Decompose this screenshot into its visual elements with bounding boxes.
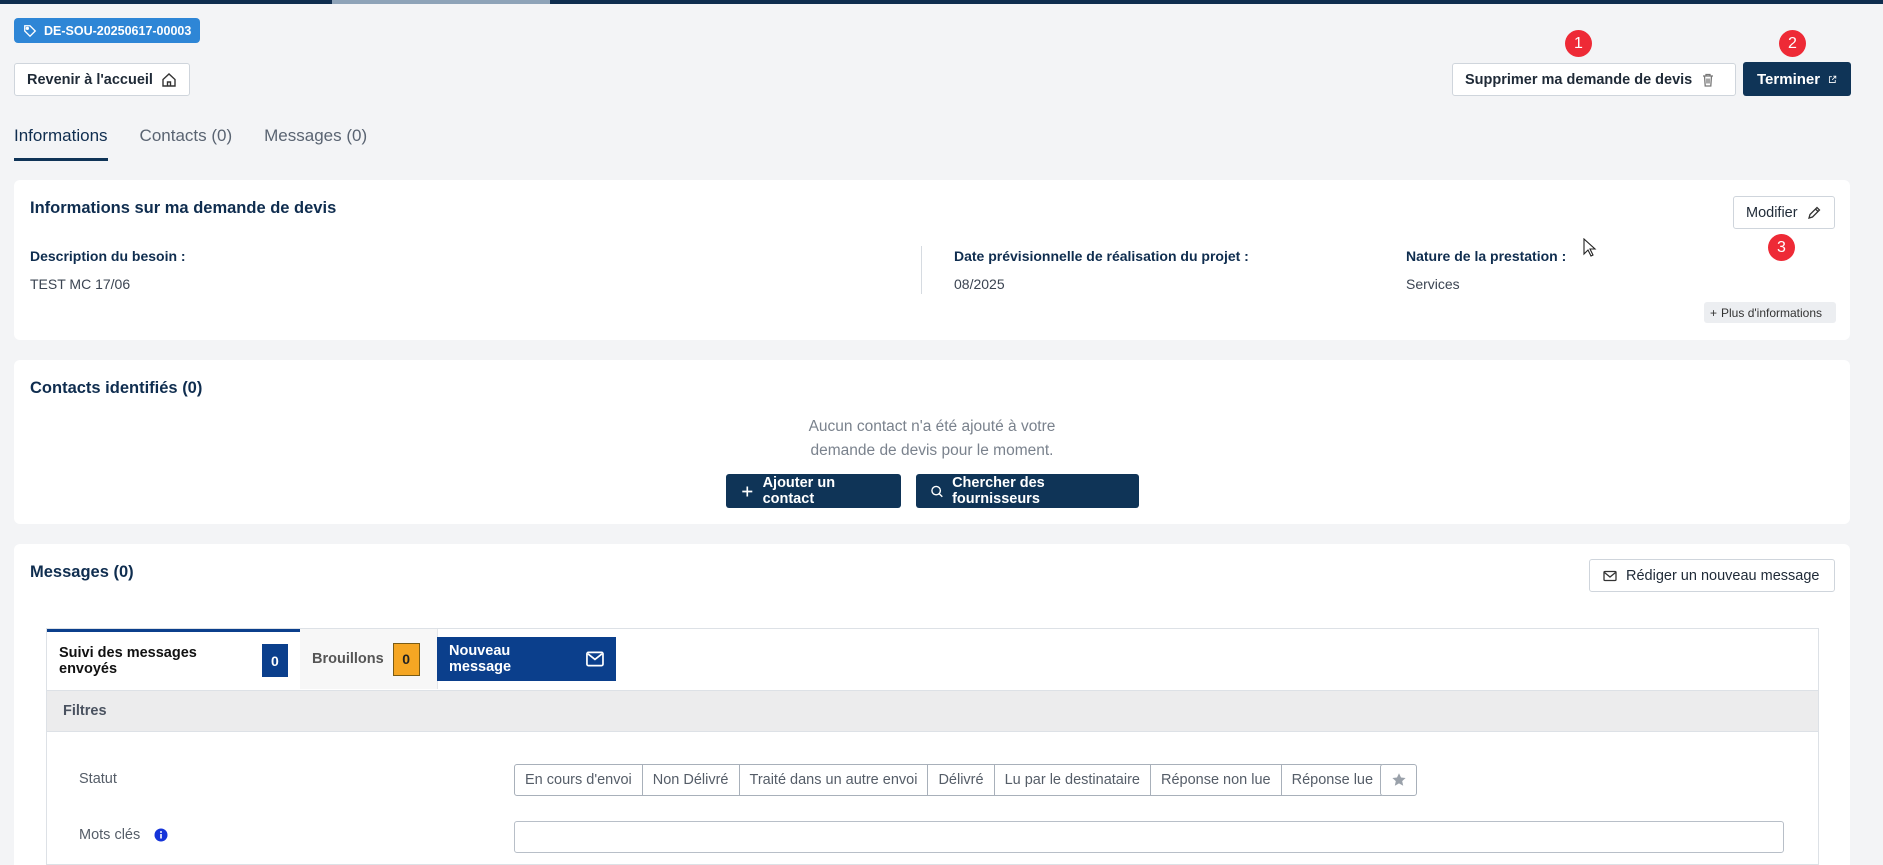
tag-icon <box>24 24 37 37</box>
contacts-empty-line-2: demande de devis pour le moment. <box>810 442 1054 459</box>
keywords-label: Mots clés <box>79 827 141 843</box>
new-message-button[interactable]: Nouveau message <box>437 637 616 681</box>
main-tabs: Informations Contacts (0) Messages (0) <box>14 126 367 161</box>
field-label-nature: Nature de la prestation : <box>1406 248 1567 264</box>
more-info-button[interactable]: + Plus d'informations <box>1704 302 1836 323</box>
plus-icon <box>742 485 753 497</box>
add-contact-button[interactable]: Ajouter un contact <box>726 474 901 508</box>
envelope-icon <box>586 651 604 667</box>
finish-label: Terminer <box>1757 70 1821 88</box>
trash-icon <box>1703 73 1714 87</box>
delete-request-label: Supprimer ma demande de devis <box>1465 71 1693 88</box>
home-icon <box>162 72 176 87</box>
contacts-empty-line-1: Aucun contact n'a été ajouté à votre <box>808 418 1056 435</box>
status-option-delivered[interactable]: Délivré <box>928 764 995 796</box>
edit-button[interactable]: Modifier <box>1733 196 1835 229</box>
contacts-card-title: Contacts identifiés (0) <box>30 379 203 397</box>
info-card: Informations sur ma demande de devis Des… <box>14 180 1850 340</box>
messages-tab-area: Suivi des messages envoyés 0 Brouillons … <box>46 628 1819 865</box>
keywords-filter-label-row: Mots clés <box>79 827 168 843</box>
new-message-label: Nouveau message <box>449 643 512 675</box>
search-icon <box>931 485 943 497</box>
filters-header[interactable]: Filtres <box>47 690 1818 732</box>
more-info-label: Plus d'informations <box>1721 305 1823 320</box>
field-divider <box>921 246 922 294</box>
delete-request-button[interactable]: Supprimer ma demande de devis <box>1452 63 1736 96</box>
pencil-icon <box>1807 206 1820 219</box>
favorite-filter-button[interactable] <box>1380 764 1417 796</box>
tab-messages[interactable]: Messages (0) <box>264 126 367 161</box>
write-message-button[interactable]: Rédiger un nouveau message <box>1589 559 1835 592</box>
add-contact-label: Ajouter un contact <box>762 475 836 507</box>
field-label-description: Description du besoin : <box>30 248 186 264</box>
drafts-tab-label: Brouillons <box>312 651 384 667</box>
drafts-count-badge: 0 <box>392 642 420 676</box>
back-home-button[interactable]: Revenir à l'accueil <box>14 63 190 96</box>
field-label-date: Date prévisionnelle de réalisation du pr… <box>954 248 1249 264</box>
status-option-reply-read[interactable]: Réponse lue <box>1281 764 1385 796</box>
sent-count-badge: 0 <box>261 644 288 677</box>
messages-card-title: Messages (0) <box>30 563 134 581</box>
reference-tag: DE-SOU-20250617-00003 <box>14 18 201 43</box>
external-link-icon <box>1829 75 1837 83</box>
status-option-read[interactable]: Lu par le destinataire <box>994 764 1151 796</box>
info-card-title: Informations sur ma demande de devis <box>30 199 337 217</box>
reference-text: DE-SOU-20250617-00003 <box>44 23 192 38</box>
cursor-icon <box>1583 238 1597 257</box>
edit-label: Modifier <box>1746 204 1798 221</box>
status-option-handled-other[interactable]: Traité dans un autre envoi <box>739 764 929 796</box>
status-filter-label: Statut <box>79 771 117 787</box>
tab-sent-messages[interactable]: Suivi des messages envoyés 0 <box>47 629 300 689</box>
field-value-date: 08/2025 <box>954 276 1005 292</box>
field-value-nature: Services <box>1406 276 1460 292</box>
back-home-label: Revenir à l'accueil <box>27 71 153 88</box>
annotation-badge-2: 2 <box>1779 30 1806 57</box>
top-progress-segment <box>332 0 550 4</box>
write-message-label: Rédiger un nouveau message <box>1626 567 1820 584</box>
search-suppliers-label: Chercher des fournisseurs <box>952 475 1045 507</box>
top-progress-bar <box>0 0 1883 4</box>
tab-drafts[interactable]: Brouillons 0 <box>300 629 438 689</box>
tab-contacts[interactable]: Contacts (0) <box>140 126 233 161</box>
status-option-not-delivered[interactable]: Non Délivré <box>642 764 740 796</box>
status-option-sending[interactable]: En cours d'envoi <box>514 764 643 796</box>
keywords-input[interactable] <box>514 821 1784 853</box>
annotation-badge-3: 3 <box>1768 234 1795 261</box>
status-option-reply-unread[interactable]: Réponse non lue <box>1150 764 1282 796</box>
search-suppliers-button[interactable]: Chercher des fournisseurs <box>916 474 1139 508</box>
finish-button[interactable]: Terminer <box>1743 62 1851 96</box>
field-value-description: TEST MC 17/06 <box>30 276 131 292</box>
star-icon <box>1391 773 1406 786</box>
plus-icon: + <box>1710 305 1718 320</box>
status-filter-group: En cours d'envoi Non Délivré Traité dans… <box>514 764 1385 796</box>
annotation-badge-1: 1 <box>1565 30 1592 57</box>
filters-label: Filtres <box>63 703 107 719</box>
info-icon[interactable] <box>154 828 168 842</box>
mail-icon <box>1603 570 1617 581</box>
tab-informations[interactable]: Informations <box>14 126 108 161</box>
sent-tab-label: Suivi des messages envoyés <box>59 644 197 677</box>
contacts-card: Contacts identifiés (0) Aucun contact n'… <box>14 360 1850 524</box>
